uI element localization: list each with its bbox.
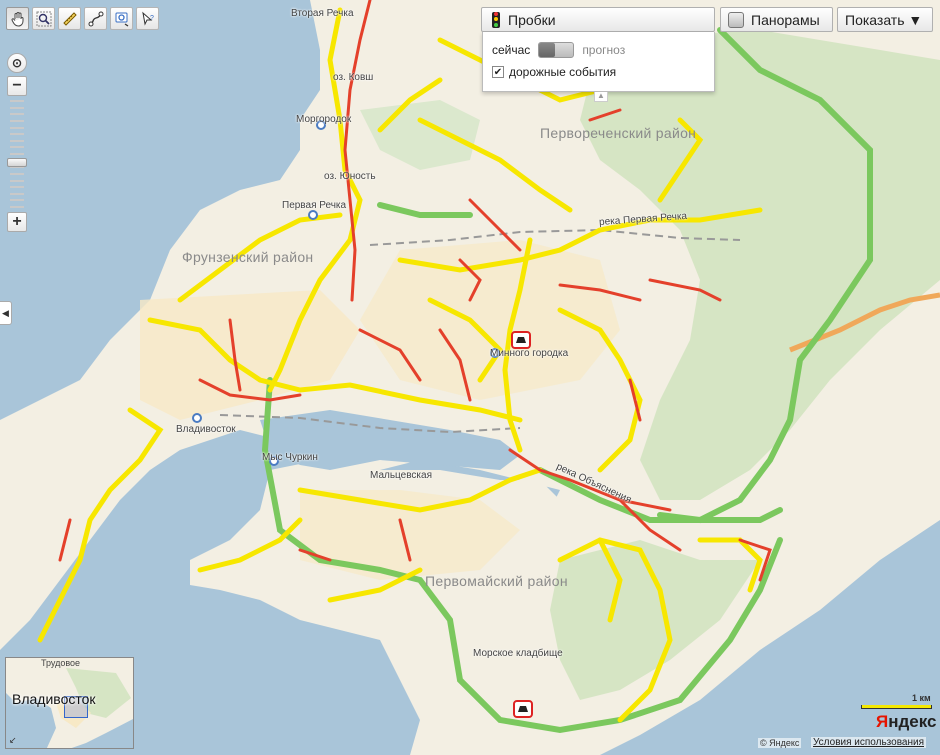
zoom-slider-handle[interactable] [7,157,27,167]
zoom-tick[interactable] [10,106,24,109]
side-panel-toggle[interactable]: ◀ [0,301,12,325]
panoramas-button[interactable]: Панорамы [720,7,833,32]
now-label: сейчас [492,43,531,57]
route-tool[interactable] [84,7,107,30]
zoom-tick[interactable] [10,133,24,136]
zoom-tick[interactable] [10,192,24,195]
car-accident-icon[interactable] [513,700,533,718]
road-events-checkbox[interactable]: ✔ [492,66,504,78]
zoom-tick[interactable] [10,172,24,175]
station-marker [269,456,279,466]
magnifier-icon [36,11,51,26]
search-icon [115,12,128,27]
panoramas-label: Панорамы [751,11,820,28]
road-events-label: дорожные события [509,65,617,79]
zoom-tick[interactable] [10,199,24,202]
copyright-text: © Яндекс [758,738,802,748]
map-canvas[interactable] [0,0,940,755]
svg-text:?: ? [150,15,154,22]
hand-tool[interactable] [6,7,29,30]
info-tool[interactable]: ? [136,7,159,30]
zoom-tick[interactable] [10,153,24,155]
zoom-tick[interactable] [10,113,24,116]
zoom-tick[interactable] [10,179,24,182]
zoom-slider[interactable] [7,98,27,210]
car-accident-icon[interactable] [511,331,531,349]
route-icon [88,11,103,26]
traffic-button-label: Пробки [508,11,556,28]
traffic-button[interactable]: Пробки [481,7,715,32]
zoom-in-button[interactable]: + [7,212,27,232]
yandex-logo: Яндекс [876,712,937,731]
scale-label: 1 км [912,693,931,703]
station-marker [316,120,326,130]
ruler-tool[interactable] [58,7,81,30]
show-label: Показать ▼ [845,11,923,28]
zoom-control: ⊙ − + [7,53,29,232]
station-marker [192,413,202,423]
chevron-left-icon: ◀ [2,307,9,318]
minimap-village-label: Трудовое [41,658,81,668]
hand-icon [11,11,23,27]
zoom-tick[interactable] [10,139,24,142]
traffic-panel: сейчас прогноз ✔ дорожные события ▲ [482,32,715,102]
locate-button[interactable]: ⊙ [7,53,27,73]
show-layers-button[interactable]: Показать ▼ [837,7,933,32]
overview-minimap[interactable]: Трудовое Владивосток ↙ [5,657,134,749]
terms-link[interactable]: Условия использования [811,737,926,748]
zoom-out-button[interactable]: − [7,76,27,96]
now-forecast-switch[interactable] [538,42,575,58]
cursor-info-icon: ? [141,11,154,26]
ruler-icon [62,11,77,26]
scale-bar [861,705,932,709]
zoom-tick[interactable] [10,146,24,149]
search-tool[interactable] [110,7,133,30]
zoom-tick[interactable] [10,100,24,102]
minimap-collapse-icon[interactable]: ↙ [9,735,17,746]
map-toolbar: ? [6,7,159,30]
minimap-city-label: Владивосток [12,691,96,707]
station-marker [308,210,318,220]
zoom-tick[interactable] [10,186,24,189]
panorama-icon [728,11,744,28]
forecast-label: прогноз [582,43,626,57]
traffic-light-icon [492,11,500,28]
collapse-panel-button[interactable]: ▲ [594,92,608,102]
zoom-tick[interactable] [10,206,24,208]
zoom-area-tool[interactable] [32,7,55,30]
station-marker [490,348,500,358]
zoom-tick[interactable] [10,119,24,122]
zoom-tick[interactable] [10,126,24,129]
